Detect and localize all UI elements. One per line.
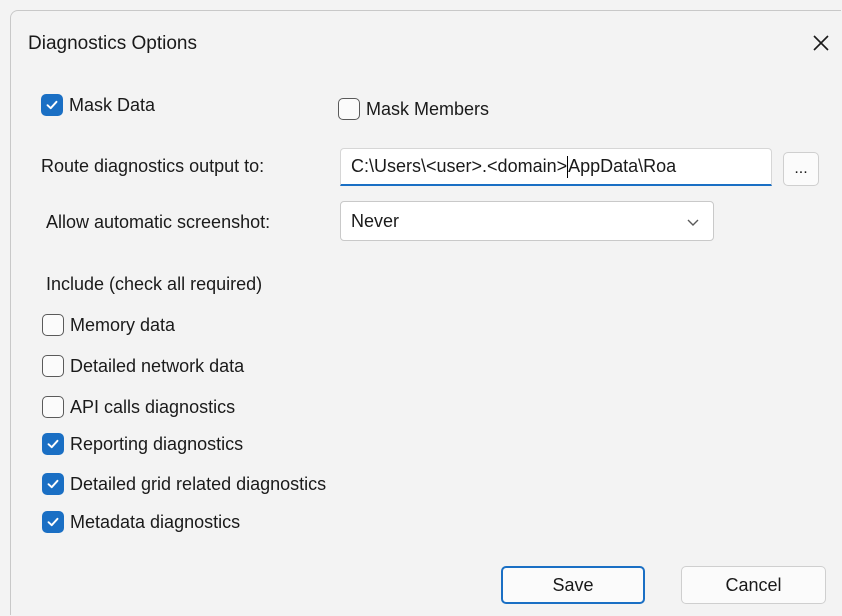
route-output-label: Route diagnostics output to: [41, 156, 265, 176]
close-icon [813, 35, 829, 51]
checkbox-unchecked-icon [42, 314, 64, 336]
route-path-text-after-caret: AppData\Roa [568, 156, 677, 176]
api-calls-diagnostics-label: API calls diagnostics [70, 396, 236, 417]
detailed-grid-diagnostics-checkbox[interactable]: Detailed grid related diagnostics [42, 473, 326, 495]
browse-button[interactable]: ... [783, 152, 819, 186]
mask-data-label: Mask Data [69, 94, 156, 115]
checkbox-checked-icon [41, 94, 63, 116]
chevron-down-icon [687, 219, 699, 226]
screenshot-select[interactable]: Never [340, 201, 714, 241]
checkbox-unchecked-icon [42, 396, 64, 418]
screenshot-selected-value: Never [351, 210, 400, 231]
metadata-diagnostics-checkbox[interactable]: Metadata diagnostics [42, 511, 240, 533]
include-heading: Include (check all required) [46, 274, 263, 294]
checkbox-checked-icon [42, 433, 64, 455]
checkbox-unchecked-icon [42, 355, 64, 377]
detailed-network-data-label: Detailed network data [70, 355, 245, 376]
mask-members-checkbox[interactable]: Mask Members [338, 98, 489, 120]
metadata-diagnostics-label: Metadata diagnostics [70, 511, 241, 532]
memory-data-label: Memory data [70, 314, 176, 335]
screenshot-label: Allow automatic screenshot: [46, 212, 271, 232]
reporting-diagnostics-checkbox[interactable]: Reporting diagnostics [42, 433, 243, 455]
detailed-network-data-checkbox[interactable]: Detailed network data [42, 355, 244, 377]
checkbox-checked-icon [42, 473, 64, 495]
memory-data-checkbox[interactable]: Memory data [42, 314, 175, 336]
route-path-text-before-caret: C:\Users\<user>.<domain> [351, 156, 568, 176]
mask-members-label: Mask Members [366, 98, 490, 119]
reporting-diagnostics-label: Reporting diagnostics [70, 433, 244, 454]
checkbox-unchecked-icon [338, 98, 360, 120]
checkbox-checked-icon [42, 511, 64, 533]
detailed-grid-diagnostics-label: Detailed grid related diagnostics [70, 473, 327, 494]
close-button[interactable] [806, 28, 836, 58]
dialog-title: Diagnostics Options [28, 33, 197, 54]
cancel-button[interactable]: Cancel [681, 566, 826, 604]
api-calls-diagnostics-checkbox[interactable]: API calls diagnostics [42, 396, 235, 418]
save-button[interactable]: Save [501, 566, 645, 604]
mask-data-checkbox[interactable]: Mask Data [41, 94, 155, 116]
route-output-path-field[interactable]: C:\Users\<user>.<domain> AppData\Roa [340, 148, 772, 186]
